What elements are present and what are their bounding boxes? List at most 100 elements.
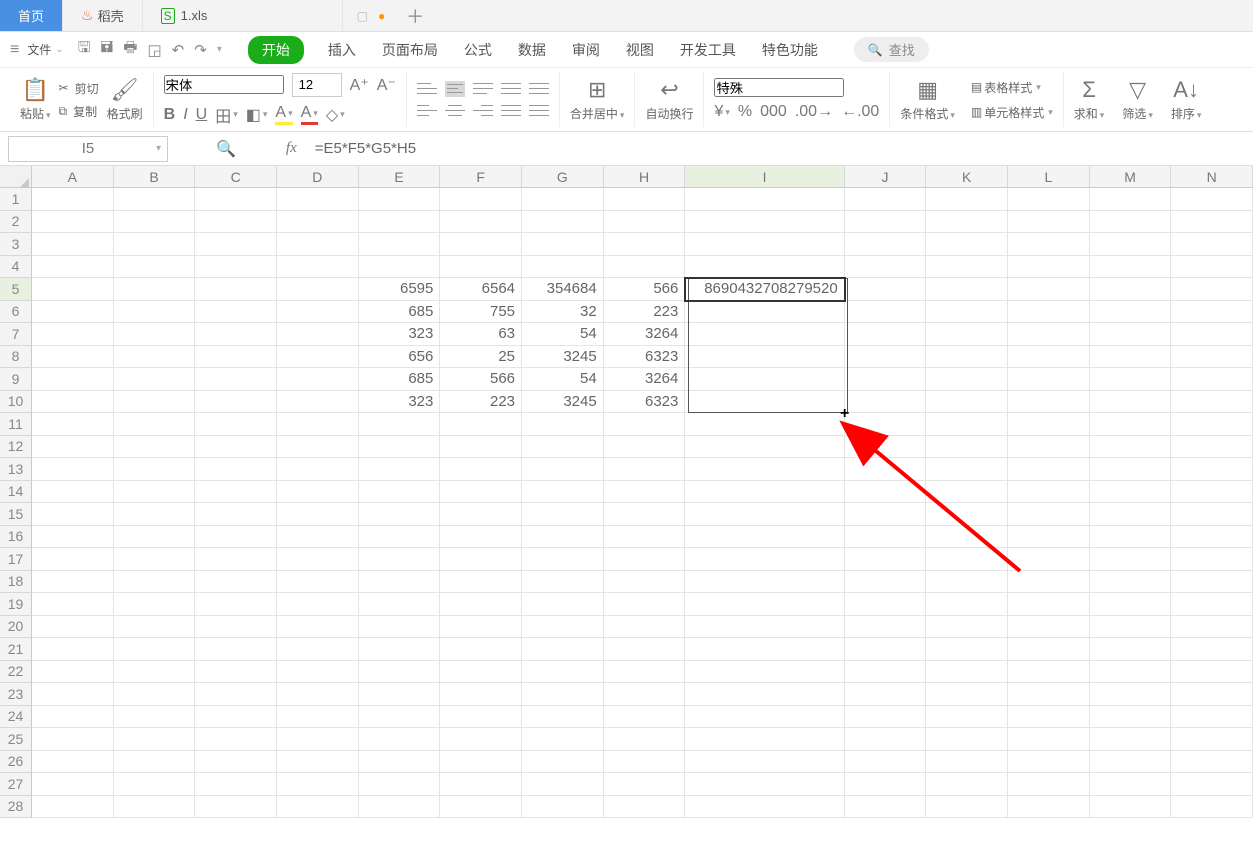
cell-E15[interactable] (359, 503, 441, 526)
cell-K19[interactable] (926, 593, 1008, 616)
cell-N23[interactable] (1171, 683, 1253, 706)
col-header-E[interactable]: E (359, 166, 441, 188)
cell-B25[interactable] (114, 728, 196, 751)
cell-H18[interactable] (604, 571, 686, 594)
cell-H6[interactable]: 223 (604, 301, 686, 324)
cell-C19[interactable] (195, 593, 277, 616)
wrap-button[interactable]: 自动换行 (645, 105, 693, 122)
row-header-4[interactable]: 4 (0, 256, 32, 279)
undo-icon[interactable]: ↶ (172, 41, 185, 59)
cell-L16[interactable] (1008, 526, 1090, 549)
cell-F6[interactable]: 755 (440, 301, 522, 324)
align-right-icon[interactable] (473, 103, 493, 119)
cell-L21[interactable] (1008, 638, 1090, 661)
cell-N21[interactable] (1171, 638, 1253, 661)
cell-N4[interactable] (1171, 256, 1253, 279)
cell-E25[interactable] (359, 728, 441, 751)
cell-H23[interactable] (604, 683, 686, 706)
cell-N8[interactable] (1171, 346, 1253, 369)
cell-K12[interactable] (926, 436, 1008, 459)
ribbon-tab-review[interactable]: 审阅 (570, 36, 602, 64)
cell-grid[interactable]: 6595656435468456686904327082795206857553… (32, 188, 1253, 845)
cell-E14[interactable] (359, 481, 441, 504)
cell-A19[interactable] (32, 593, 114, 616)
cell-M8[interactable] (1090, 346, 1172, 369)
col-header-B[interactable]: B (114, 166, 196, 188)
align-top-icon[interactable] (417, 81, 437, 97)
cell-B22[interactable] (114, 661, 196, 684)
cell-A13[interactable] (32, 458, 114, 481)
cell-J21[interactable] (845, 638, 927, 661)
cell-C5[interactable] (195, 278, 277, 301)
sum-button[interactable]: 求和 (1074, 105, 1105, 122)
col-header-J[interactable]: J (845, 166, 927, 188)
cell-I18[interactable] (685, 571, 844, 594)
sort-button[interactable]: 排序 (1171, 105, 1202, 122)
cell-K25[interactable] (926, 728, 1008, 751)
cell-H28[interactable] (604, 796, 686, 819)
cell-G23[interactable] (522, 683, 604, 706)
cell-G27[interactable] (522, 773, 604, 796)
cell-J25[interactable] (845, 728, 927, 751)
cell-C4[interactable] (195, 256, 277, 279)
cell-I2[interactable] (685, 211, 844, 234)
cell-A11[interactable] (32, 413, 114, 436)
cell-G15[interactable] (522, 503, 604, 526)
bold-button[interactable]: B (164, 106, 176, 124)
cell-I5[interactable]: 8690432708279520 (685, 278, 844, 301)
row-header-28[interactable]: 28 (0, 796, 32, 819)
cell-C20[interactable] (195, 616, 277, 639)
cell-L15[interactable] (1008, 503, 1090, 526)
cell-C15[interactable] (195, 503, 277, 526)
cell-G28[interactable] (522, 796, 604, 819)
cell-F8[interactable]: 25 (440, 346, 522, 369)
cell-C17[interactable] (195, 548, 277, 571)
row-header-18[interactable]: 18 (0, 571, 32, 594)
cell-M21[interactable] (1090, 638, 1172, 661)
cell-F21[interactable] (440, 638, 522, 661)
cell-G10[interactable]: 3245 (522, 391, 604, 414)
cell-K20[interactable] (926, 616, 1008, 639)
cell-F16[interactable] (440, 526, 522, 549)
formatpainter-icon[interactable]: 🖌 (107, 77, 143, 103)
file-menu[interactable]: 文件 ⌄ (27, 41, 63, 58)
cell-C10[interactable] (195, 391, 277, 414)
cell-N25[interactable] (1171, 728, 1253, 751)
cell-I1[interactable] (685, 188, 844, 211)
cell-C24[interactable] (195, 706, 277, 729)
cell-J19[interactable] (845, 593, 927, 616)
cell-A1[interactable] (32, 188, 114, 211)
cell-D26[interactable] (277, 751, 359, 774)
cell-D7[interactable] (277, 323, 359, 346)
cell-I15[interactable] (685, 503, 844, 526)
sort-icon[interactable]: A↓ (1171, 77, 1202, 103)
cell-M9[interactable] (1090, 368, 1172, 391)
name-box[interactable]: I5 ▾ (8, 136, 168, 162)
cell-J1[interactable] (845, 188, 927, 211)
cell-I11[interactable] (685, 413, 844, 436)
cell-D3[interactable] (277, 233, 359, 256)
cell-F20[interactable] (440, 616, 522, 639)
cell-M13[interactable] (1090, 458, 1172, 481)
cell-E3[interactable] (359, 233, 441, 256)
row-header-2[interactable]: 2 (0, 211, 32, 234)
cell-H1[interactable] (604, 188, 686, 211)
cell-G16[interactable] (522, 526, 604, 549)
row-header-6[interactable]: 6 (0, 301, 32, 324)
cell-I17[interactable] (685, 548, 844, 571)
cell-A18[interactable] (32, 571, 114, 594)
align-middle-icon[interactable] (445, 81, 465, 97)
row-header-21[interactable]: 21 (0, 638, 32, 661)
cell-A16[interactable] (32, 526, 114, 549)
cell-H15[interactable] (604, 503, 686, 526)
cell-D28[interactable] (277, 796, 359, 819)
decrease-decimal-icon[interactable]: ←.00 (841, 103, 879, 121)
new-tab-button[interactable]: ＋ (399, 0, 431, 31)
cell-G8[interactable]: 3245 (522, 346, 604, 369)
cell-D27[interactable] (277, 773, 359, 796)
cell-F19[interactable] (440, 593, 522, 616)
row-header-11[interactable]: 11 (0, 413, 32, 436)
cell-A4[interactable] (32, 256, 114, 279)
condfmt-icon[interactable]: ▦ (900, 77, 955, 103)
cell-M18[interactable] (1090, 571, 1172, 594)
